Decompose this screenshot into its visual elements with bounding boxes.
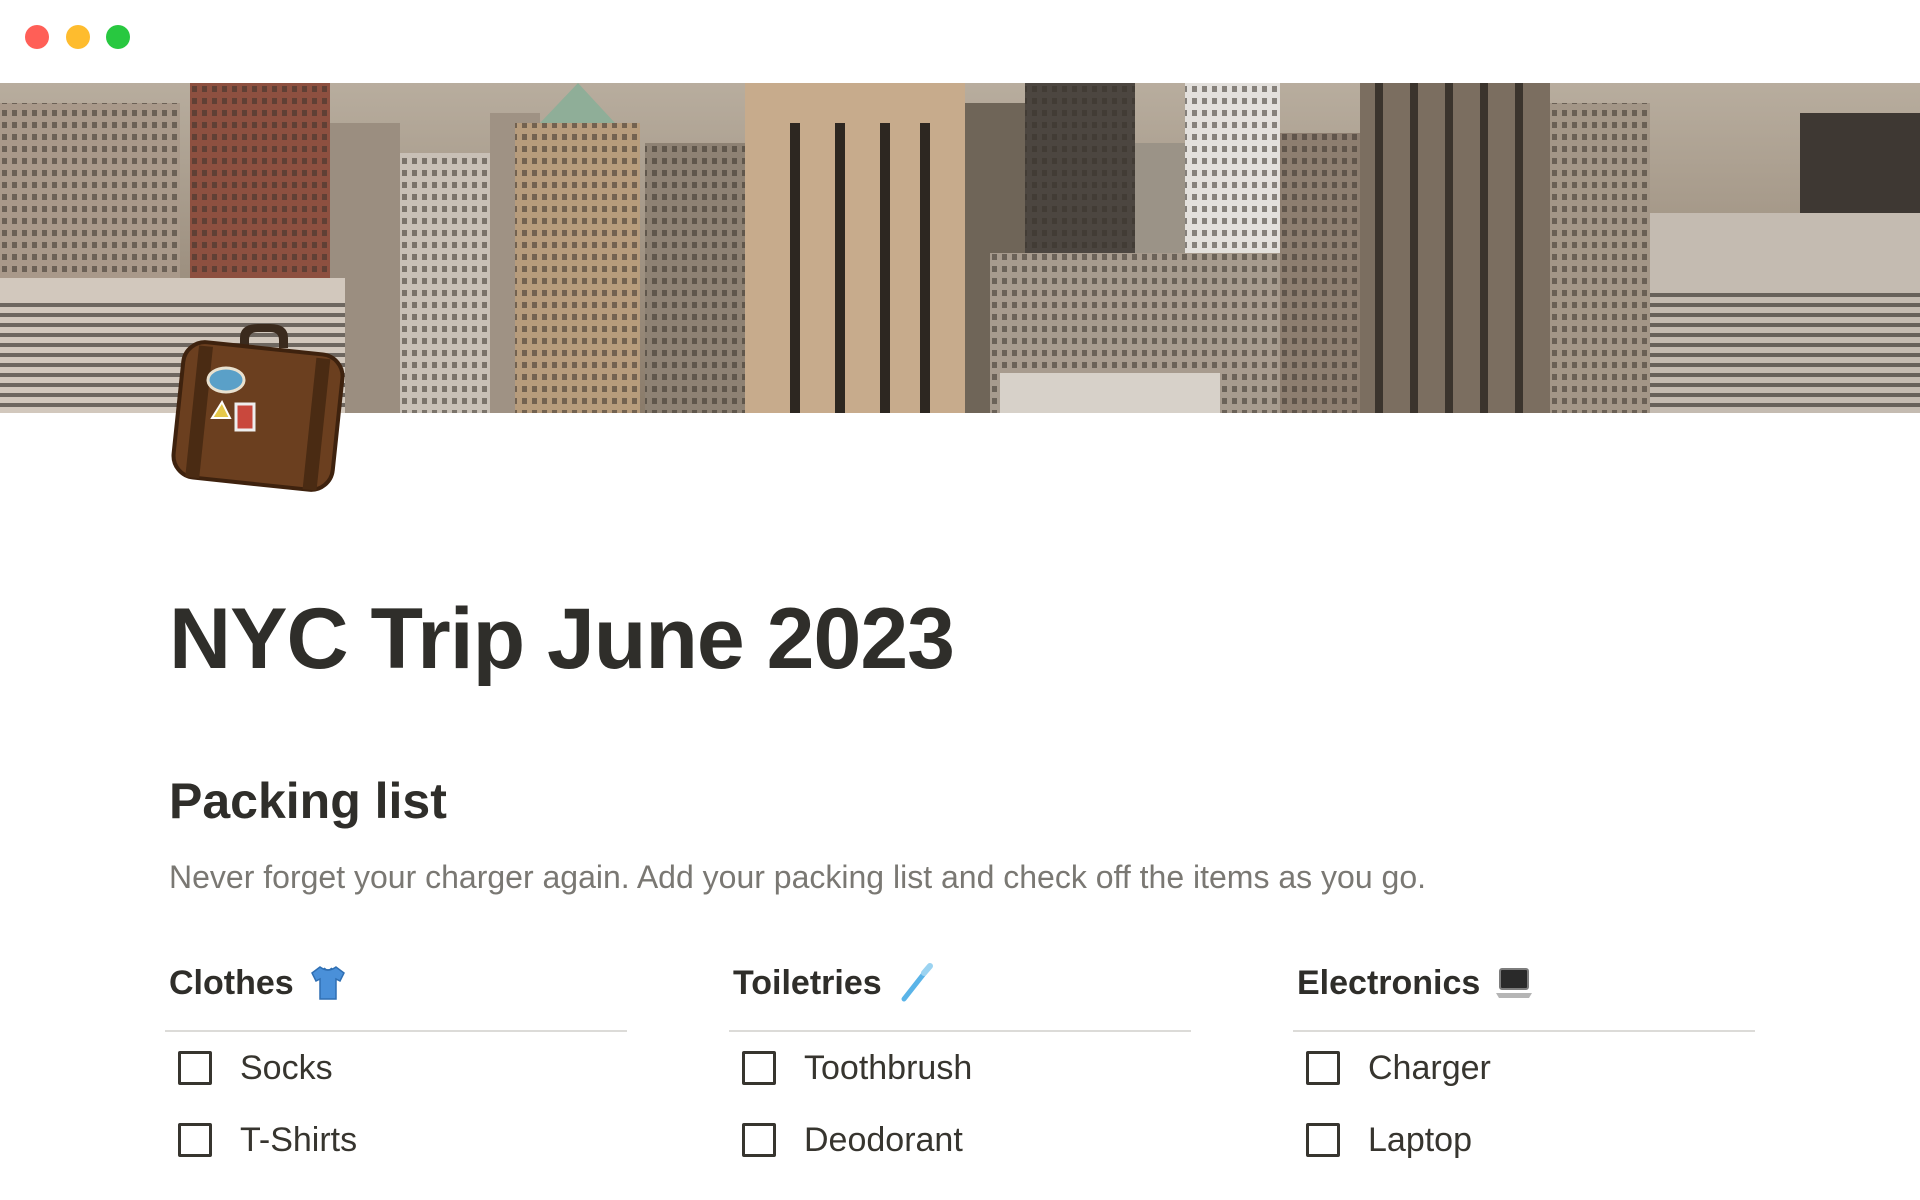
todo-checkbox[interactable] — [1306, 1051, 1340, 1085]
todo-label[interactable]: Socks — [240, 1049, 333, 1088]
title-bar — [0, 0, 1920, 83]
todo-label[interactable]: Deodorant — [804, 1121, 963, 1160]
todo-label[interactable]: T-Shirts — [240, 1121, 357, 1160]
column-heading-label: Electronics — [1297, 963, 1481, 1002]
minimize-window-button[interactable] — [66, 25, 90, 49]
column-electronics: Electronics Charger Laptop — [1293, 958, 1755, 1176]
column-heading-electronics[interactable]: Electronics — [1293, 958, 1755, 1008]
todo-item: Laptop — [1293, 1104, 1755, 1176]
maximize-window-button[interactable] — [106, 25, 130, 49]
column-clothes: Clothes Socks T-Shirts — [165, 958, 627, 1176]
column-heading-label: Toiletries — [733, 963, 882, 1002]
close-window-button[interactable] — [25, 25, 49, 49]
todo-label[interactable]: Laptop — [1368, 1121, 1472, 1160]
column-heading-toiletries[interactable]: Toiletries — [729, 958, 1191, 1008]
todo-checkbox[interactable] — [742, 1051, 776, 1085]
column-toiletries: Toiletries Toothbrush Deodorant — [729, 958, 1191, 1176]
todo-item: T-Shirts — [165, 1104, 627, 1176]
todo-item: Charger — [1293, 1032, 1755, 1104]
todo-item: Socks — [165, 1032, 627, 1104]
todo-checkbox[interactable] — [742, 1123, 776, 1157]
page-title[interactable]: NYC Trip June 2023 — [169, 590, 955, 689]
column-heading-label: Clothes — [169, 963, 294, 1002]
todo-item: Toothbrush — [729, 1032, 1191, 1104]
tshirt-icon — [308, 963, 348, 1003]
todo-item: Deodorant — [729, 1104, 1191, 1176]
todo-label[interactable]: Toothbrush — [804, 1049, 972, 1088]
todo-checkbox[interactable] — [178, 1123, 212, 1157]
section-heading-packing-list[interactable]: Packing list — [169, 772, 447, 830]
laptop-icon — [1494, 963, 1534, 1003]
notion-window: NYC Trip June 2023 Packing list Never fo… — [0, 0, 1920, 1200]
todo-label[interactable]: Charger — [1368, 1049, 1491, 1088]
packing-list-description[interactable]: Never forget your charger again. Add you… — [169, 859, 1426, 896]
toothbrush-icon — [896, 963, 936, 1003]
column-heading-clothes[interactable]: Clothes — [165, 958, 627, 1008]
todo-checkbox[interactable] — [1306, 1123, 1340, 1157]
todo-checkbox[interactable] — [178, 1051, 212, 1085]
suitcase-icon[interactable] — [170, 318, 348, 496]
